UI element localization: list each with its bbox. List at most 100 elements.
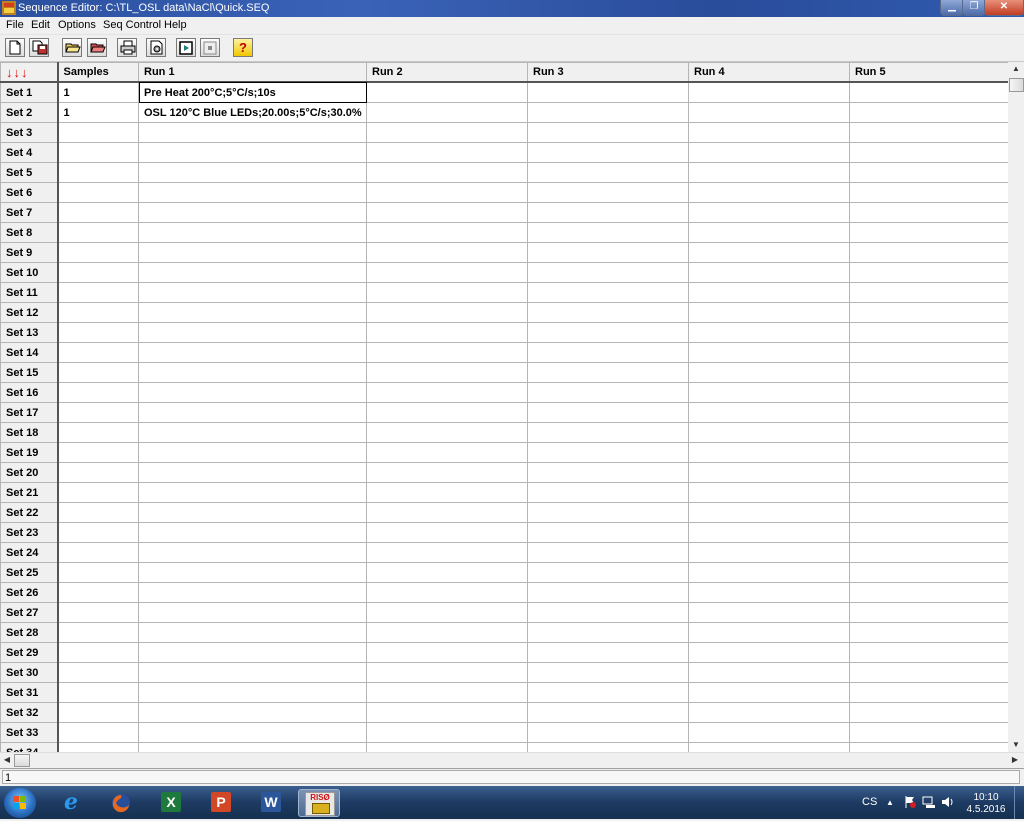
run-1-cell[interactable] bbox=[138, 222, 367, 243]
run-3-cell[interactable] bbox=[527, 482, 689, 503]
run-2-cell[interactable] bbox=[366, 382, 528, 403]
menu-seq-control[interactable]: Seq Control bbox=[103, 19, 161, 31]
run-4-cell[interactable] bbox=[688, 682, 850, 703]
samples-cell[interactable] bbox=[57, 362, 139, 383]
row-header[interactable]: Set 18 bbox=[0, 422, 59, 443]
run-5-cell[interactable] bbox=[849, 562, 1008, 583]
row-header[interactable]: Set 6 bbox=[0, 182, 59, 203]
row-header[interactable]: Set 34 bbox=[0, 742, 59, 752]
scroll-right-arrow-icon[interactable]: ▶ bbox=[1008, 753, 1022, 767]
run-4-cell[interactable] bbox=[688, 442, 850, 463]
column-header-run-2[interactable]: Run 2 bbox=[366, 62, 528, 83]
run-4-cell[interactable] bbox=[688, 702, 850, 723]
start-button[interactable] bbox=[4, 788, 36, 818]
menu-help[interactable]: Help bbox=[164, 19, 187, 31]
run-2-cell[interactable] bbox=[366, 102, 528, 123]
run-2-cell[interactable] bbox=[366, 81, 528, 103]
run-3-cell[interactable] bbox=[527, 262, 689, 283]
run-1-cell[interactable] bbox=[138, 702, 367, 723]
samples-cell[interactable] bbox=[57, 642, 139, 663]
run-3-cell[interactable] bbox=[527, 322, 689, 343]
run-5-cell[interactable] bbox=[849, 682, 1008, 703]
run-1-cell[interactable] bbox=[138, 282, 367, 303]
samples-cell[interactable] bbox=[57, 682, 139, 703]
run-2-cell[interactable] bbox=[366, 682, 528, 703]
run-2-cell[interactable] bbox=[366, 302, 528, 323]
samples-cell[interactable] bbox=[57, 182, 139, 203]
row-header[interactable]: Set 29 bbox=[0, 642, 59, 663]
taskbar-firefox[interactable] bbox=[100, 789, 142, 817]
run-4-cell[interactable] bbox=[688, 81, 850, 103]
run-1-cell[interactable] bbox=[138, 482, 367, 503]
run-1-cell[interactable] bbox=[138, 122, 367, 143]
run-2-cell[interactable] bbox=[366, 162, 528, 183]
run-4-cell[interactable] bbox=[688, 742, 850, 752]
samples-cell[interactable] bbox=[57, 202, 139, 223]
run-3-cell[interactable] bbox=[527, 402, 689, 423]
run-5-cell[interactable] bbox=[849, 622, 1008, 643]
run-1-cell[interactable] bbox=[138, 602, 367, 623]
run-1-cell[interactable] bbox=[138, 162, 367, 183]
samples-cell[interactable] bbox=[57, 322, 139, 343]
samples-cell[interactable]: 1 bbox=[57, 102, 139, 123]
run-2-cell[interactable] bbox=[366, 362, 528, 383]
run-1-cell[interactable] bbox=[138, 262, 367, 283]
row-header[interactable]: Set 11 bbox=[0, 282, 59, 303]
run-2-cell[interactable] bbox=[366, 222, 528, 243]
run-3-cell[interactable] bbox=[527, 222, 689, 243]
run-4-cell[interactable] bbox=[688, 502, 850, 523]
run-4-cell[interactable] bbox=[688, 222, 850, 243]
row-header[interactable]: Set 22 bbox=[0, 502, 59, 523]
menu-edit[interactable]: Edit bbox=[31, 19, 50, 31]
run-5-cell[interactable] bbox=[849, 462, 1008, 483]
run-4-cell[interactable] bbox=[688, 422, 850, 443]
run-3-cell[interactable] bbox=[527, 682, 689, 703]
scroll-down-arrow-icon[interactable]: ▼ bbox=[1008, 738, 1024, 752]
run-1-cell[interactable] bbox=[138, 742, 367, 752]
run-2-cell[interactable] bbox=[366, 542, 528, 563]
run-3-cell[interactable] bbox=[527, 202, 689, 223]
run-1-cell[interactable] bbox=[138, 642, 367, 663]
row-header[interactable]: Set 2 bbox=[0, 102, 59, 123]
run-4-cell[interactable] bbox=[688, 722, 850, 743]
column-header-run-5[interactable]: Run 5 bbox=[849, 62, 1008, 83]
run-2-cell[interactable] bbox=[366, 522, 528, 543]
run-5-cell[interactable] bbox=[849, 602, 1008, 623]
row-header[interactable]: Set 15 bbox=[0, 362, 59, 383]
run-3-cell[interactable] bbox=[527, 362, 689, 383]
column-header-run-3[interactable]: Run 3 bbox=[527, 62, 689, 83]
row-header[interactable]: Set 9 bbox=[0, 242, 59, 263]
run-4-cell[interactable] bbox=[688, 482, 850, 503]
run-5-cell[interactable] bbox=[849, 302, 1008, 323]
run-1-cell[interactable] bbox=[138, 682, 367, 703]
row-header[interactable]: Set 26 bbox=[0, 582, 59, 603]
network-icon[interactable] bbox=[922, 795, 936, 812]
samples-cell[interactable] bbox=[57, 302, 139, 323]
run-4-cell[interactable] bbox=[688, 262, 850, 283]
row-header[interactable]: Set 17 bbox=[0, 402, 59, 423]
run-2-cell[interactable] bbox=[366, 702, 528, 723]
stop-sequence-button[interactable] bbox=[200, 38, 220, 57]
run-5-cell[interactable] bbox=[849, 162, 1008, 183]
run-3-cell[interactable] bbox=[527, 562, 689, 583]
run-4-cell[interactable] bbox=[688, 362, 850, 383]
run-3-cell[interactable] bbox=[527, 502, 689, 523]
run-4-cell[interactable] bbox=[688, 322, 850, 343]
run-3-cell[interactable] bbox=[527, 122, 689, 143]
samples-cell[interactable] bbox=[57, 342, 139, 363]
run-2-cell[interactable] bbox=[366, 342, 528, 363]
column-header-samples[interactable]: Samples bbox=[57, 62, 139, 83]
samples-cell[interactable] bbox=[57, 702, 139, 723]
run-4-cell[interactable] bbox=[688, 542, 850, 563]
run-4-cell[interactable] bbox=[688, 342, 850, 363]
row-header[interactable]: Set 1 bbox=[0, 81, 59, 103]
open-folder-red-button[interactable] bbox=[87, 38, 107, 57]
run-1-cell[interactable] bbox=[138, 582, 367, 603]
corner-header[interactable]: ↓↓↓ bbox=[0, 62, 59, 83]
run-4-cell[interactable] bbox=[688, 382, 850, 403]
run-3-cell[interactable] bbox=[527, 662, 689, 683]
run-2-cell[interactable] bbox=[366, 142, 528, 163]
print-button[interactable] bbox=[117, 38, 137, 57]
run-2-cell[interactable] bbox=[366, 502, 528, 523]
taskbar-word[interactable]: W bbox=[250, 789, 292, 817]
